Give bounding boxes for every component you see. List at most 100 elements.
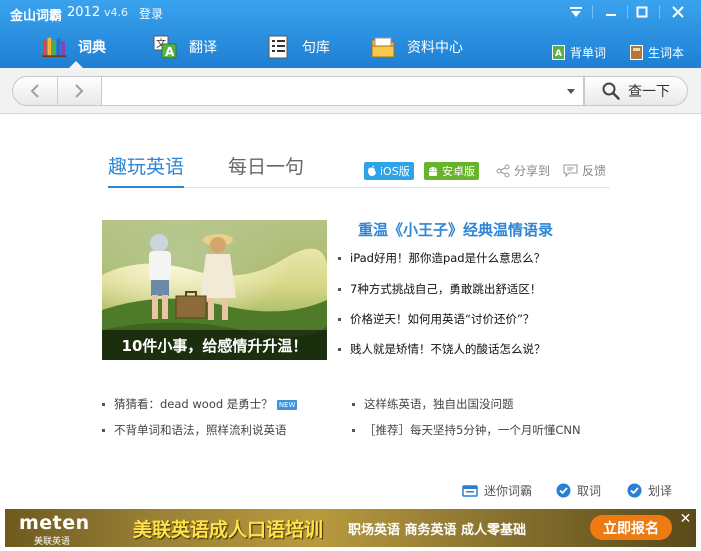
news-item-text: 贱人就是矫情！不饶人的酸话怎么说？: [350, 342, 546, 356]
mini-dictionary-label: 迷你词霸: [484, 484, 533, 498]
menu-icon: [570, 7, 582, 17]
ad-close-icon[interactable]: ✕: [678, 511, 693, 527]
featured-article-image[interactable]: 10件小事，给感情升升温！: [102, 220, 327, 360]
tab-daily-sentence[interactable]: 每日一句: [228, 152, 304, 188]
share-label: 分享到: [514, 164, 551, 178]
login-link[interactable]: 登录: [139, 5, 163, 22]
ad-signup-button[interactable]: 立即报名: [590, 515, 672, 540]
tab-translate[interactable]: 文 A 翻译: [153, 28, 217, 66]
forward-button[interactable]: [56, 77, 102, 105]
search-bar: 查一下: [0, 68, 701, 114]
maximize-button[interactable]: [627, 2, 657, 22]
search-input[interactable]: [102, 77, 583, 105]
feedback-label: 反馈: [582, 164, 607, 178]
bottom-link-text: 猜猜看：dead wood 是勇士？: [114, 397, 273, 411]
android-badge-label: 安卓版: [442, 165, 475, 178]
menu-dropdown-button[interactable]: [561, 2, 591, 22]
bullet: [102, 403, 105, 406]
search-button-label: 查一下: [628, 84, 670, 100]
mini-dictionary-button[interactable]: 迷你词霸: [462, 482, 532, 499]
notebook-icon: [629, 44, 643, 60]
wordbook-label: 生词本: [648, 45, 685, 60]
word-card-icon: A: [551, 44, 565, 60]
bottom-link[interactable]: 这样练英语，独自出国没问题: [352, 396, 514, 412]
share-button[interactable]: 分享到: [496, 162, 550, 179]
word-pick-toggle[interactable]: 取词: [556, 482, 601, 499]
divider: [659, 5, 660, 19]
bullet: [338, 348, 341, 351]
tab-resource-center[interactable]: 资料中心: [371, 28, 463, 66]
bottom-link[interactable]: 不背单词和语法，照样流利说英语: [102, 422, 287, 438]
app-year: 2012: [67, 5, 101, 20]
android-icon: [427, 165, 439, 177]
bottom-link[interactable]: 猜猜看：dead wood 是勇士？ NEW: [102, 396, 298, 412]
tab-label: 翻译: [189, 40, 217, 56]
bullet: [352, 403, 355, 406]
svg-text:A: A: [165, 45, 175, 59]
app-name: 金山词霸: [10, 9, 63, 24]
bullet: [338, 318, 341, 321]
news-item[interactable]: 贱人就是矫情！不饶人的酸话怎么说？: [338, 341, 546, 357]
mini-window-icon: [462, 484, 478, 498]
app-version: v4.6: [104, 6, 129, 19]
share-icon: [496, 164, 510, 178]
content-tabs: 趣玩英语 每日一句 iOS版 安卓版 分享到 反馈: [108, 152, 610, 188]
new-badge: NEW: [276, 399, 298, 410]
vocabulary-practice-button[interactable]: A 背单词: [551, 43, 606, 61]
tab-fun-english[interactable]: 趣玩英语: [108, 152, 185, 188]
tab-sentences[interactable]: 句库: [266, 28, 330, 66]
news-item[interactable]: iPad好用！那你造pad是什么意思么？: [338, 250, 545, 266]
books-icon: [42, 35, 66, 59]
search-button[interactable]: 查一下: [584, 76, 688, 106]
android-download-badge[interactable]: 安卓版: [424, 162, 479, 180]
ad-brand-subtitle: 美联英语: [34, 537, 71, 547]
divider: [592, 5, 593, 19]
bullet: [352, 429, 355, 432]
bullet: [102, 429, 105, 432]
close-button[interactable]: [661, 2, 695, 22]
chevron-down-icon[interactable]: [567, 89, 575, 94]
chevron-right-icon: [75, 84, 84, 98]
bottom-link[interactable]: ［推荐］每天坚持5分钟，一个月听懂CNN: [352, 422, 581, 438]
news-item[interactable]: 价格逆天！如何用英语“讨价还价”？: [338, 311, 534, 327]
minimize-button[interactable]: [596, 2, 626, 22]
search-icon: [602, 82, 620, 100]
featured-headline[interactable]: 重温《小王子》经典温情语录: [358, 219, 553, 240]
title-bar: 金山词霸 2012 v4.6 登录 词典 文 A 翻译 句库 资料中心 A 背单…: [0, 0, 701, 68]
select-translate-label: 划译: [648, 484, 673, 498]
ad-subline: 职场英语 商务英语 成人零基础: [348, 523, 527, 538]
close-icon: [672, 6, 684, 18]
bullet: [338, 288, 341, 291]
check-circle-icon: [556, 483, 571, 498]
news-item[interactable]: 7种方式挑战自己，勇敢跳出舒适区！: [338, 281, 541, 297]
news-item-text: 7种方式挑战自己，勇敢跳出舒适区！: [350, 282, 542, 296]
ios-download-badge[interactable]: iOS版: [364, 162, 414, 180]
tab-label: 资料中心: [407, 40, 463, 56]
ad-banner[interactable]: meten 美联英语 美联英语成人口语培训 职场英语 商务英语 成人零基础 立即…: [5, 509, 696, 547]
select-translate-toggle[interactable]: 划译: [627, 482, 672, 499]
bottom-link-text: ［推荐］每天坚持5分钟，一个月听懂CNN: [364, 423, 581, 437]
svg-text:A: A: [555, 49, 562, 59]
document-icon: [266, 35, 290, 59]
feedback-button[interactable]: 反馈: [563, 162, 606, 179]
apple-icon: [367, 165, 377, 177]
word-pick-label: 取词: [577, 484, 602, 498]
ios-badge-label: iOS版: [380, 165, 410, 178]
back-button[interactable]: [13, 77, 57, 105]
translate-icon: 文 A: [153, 35, 177, 59]
bottom-link-text: 不背单词和语法，照样流利说英语: [114, 423, 287, 437]
vocabulary-practice-label: 背单词: [570, 45, 607, 60]
bullet: [338, 257, 341, 260]
photo-caption: 10件小事，给感情升升温！: [102, 330, 327, 360]
ad-brand-logo: meten: [19, 512, 90, 534]
tab-label: 词典: [78, 40, 106, 56]
news-item-text: 价格逆天！如何用英语“讨价还价”？: [350, 312, 535, 326]
comment-icon: [563, 164, 578, 177]
check-circle-icon: [627, 483, 642, 498]
news-item-text: iPad好用！那你造pad是什么意思么？: [350, 251, 546, 265]
ad-headline: 美联英语成人口语培训: [133, 519, 324, 541]
search-field: [102, 76, 584, 106]
tab-label: 句库: [302, 40, 330, 56]
bottom-link-text: 这样练英语，独自出国没问题: [364, 397, 514, 411]
wordbook-button[interactable]: 生词本: [629, 43, 684, 61]
